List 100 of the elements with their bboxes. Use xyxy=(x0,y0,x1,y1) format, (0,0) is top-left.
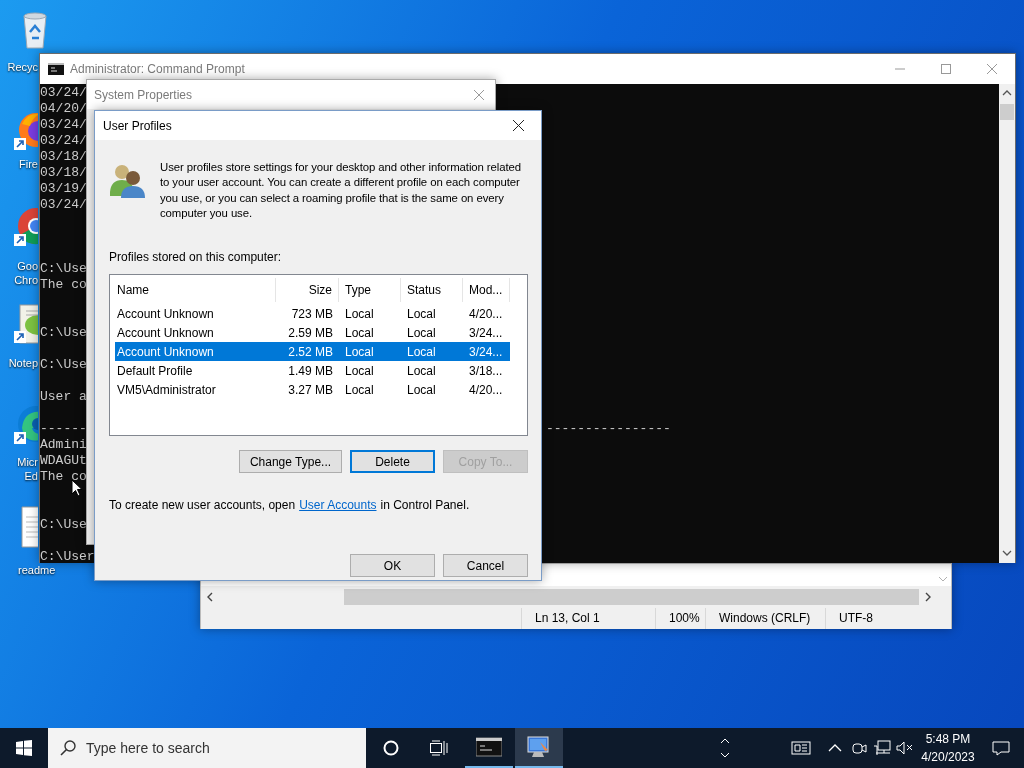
console-text: The co xyxy=(40,469,87,485)
notepad-icon[interactable] xyxy=(14,303,38,347)
console-text: 03/24/ xyxy=(40,197,87,213)
list-label: Profiles stored on this computer: xyxy=(109,249,283,267)
table-cell-text: VM5\Administrator xyxy=(116,381,217,399)
icon-label[interactable]: readme xyxy=(18,563,56,577)
close-icon xyxy=(512,120,524,131)
table-cell-text: Account Unknown xyxy=(116,324,215,342)
table-cell-text: Local xyxy=(406,324,437,342)
table-row[interactable]: Default Profile 1.49 MB Local Local 3/18... xyxy=(115,361,510,381)
news-icon xyxy=(791,740,811,756)
window-title: System Properties xyxy=(94,86,193,104)
table-cell-text: Local xyxy=(406,362,437,380)
close-icon xyxy=(474,89,484,100)
volume-muted-icon xyxy=(895,740,915,756)
table-cell-text: Local xyxy=(406,381,437,399)
clock-date[interactable]: 4/20/2023 xyxy=(918,748,978,766)
terminal-icon xyxy=(476,736,502,758)
dialog-title: User Profiles xyxy=(103,117,172,135)
console-text: 03/18/ xyxy=(40,149,87,165)
footer-text: To create new user accounts, open xyxy=(109,497,296,515)
dialog-button[interactable]: Change Type... xyxy=(239,450,342,474)
table-cell-text: Local xyxy=(344,343,375,361)
dialog-button[interactable]: Delete xyxy=(350,450,435,474)
taskbar-app-button[interactable] xyxy=(515,728,563,768)
table-cell-text: Local xyxy=(406,305,437,323)
footer-text: in Control Panel. xyxy=(380,497,470,515)
console-text: ---------------- xyxy=(546,421,671,437)
horizontal-scrollbar[interactable] xyxy=(201,586,951,608)
table-cell-text: 3.27 MB xyxy=(287,381,334,399)
status-text: UTF-8 xyxy=(825,608,925,629)
users-icon xyxy=(109,162,147,200)
scrollbar-thumb[interactable] xyxy=(1000,104,1014,120)
console-text: 03/24/ xyxy=(40,117,87,133)
window-title: Administrator: Command Prompt xyxy=(70,61,245,78)
console-text: 03/18/ xyxy=(40,165,87,181)
status-text: Ln 13, Col 1 xyxy=(521,608,655,629)
pointer-icon xyxy=(71,479,83,497)
column-header[interactable]: Status xyxy=(401,278,463,303)
description-text: User profiles store settings for your desktop and other information related to your user account. You can create a different profile on each computer you use, or you can select a roaming profile that is the same on every computer you use. xyxy=(160,160,522,221)
chevron-down-icon[interactable] xyxy=(1002,550,1012,556)
search-icon xyxy=(60,740,76,756)
table-cell-text: Default Profile xyxy=(116,362,194,380)
task-view-icon xyxy=(430,740,448,756)
console-text: C:\Use xyxy=(40,357,87,373)
table-cell-text: 4/20... xyxy=(468,381,504,399)
network-icon xyxy=(872,740,892,756)
table-cell-text: Local xyxy=(344,362,375,380)
table-cell-text: Local xyxy=(344,324,375,342)
console-text: C:\Use xyxy=(40,517,87,533)
console-text: 04/20/ xyxy=(40,101,87,117)
chevron-up-icon[interactable] xyxy=(1002,90,1012,96)
user-accounts-link[interactable]: User Accounts xyxy=(299,496,377,515)
table-cell-text: 4/20... xyxy=(468,305,504,323)
clock-time[interactable]: 5:48 PM xyxy=(918,730,978,748)
column-header[interactable]: Mod... xyxy=(463,278,510,303)
table-cell-text: 2.52 MB xyxy=(287,343,334,361)
console-text: User a xyxy=(40,389,87,405)
table-cell-text: 1.49 MB xyxy=(287,362,334,380)
vertical-scrollbar[interactable] xyxy=(999,84,1015,563)
circle-icon xyxy=(383,740,399,756)
column-header[interactable]: Name xyxy=(115,278,276,303)
table-cell-text: Account Unknown xyxy=(116,305,215,323)
column-header[interactable]: Type xyxy=(339,278,401,303)
console-text: C:\Use xyxy=(40,261,87,277)
table-cell-text: 3/24... xyxy=(468,324,504,342)
table-row[interactable]: Account Unknown 723 MB Local Local 4/20... xyxy=(115,304,510,324)
console-text: 03/24/ xyxy=(40,85,87,101)
table-cell-text: Account Unknown xyxy=(116,343,215,361)
status-text: Windows (CRLF) xyxy=(705,608,825,629)
console-text: Admini xyxy=(40,437,87,453)
icon-label[interactable]: Notep xyxy=(0,356,38,370)
table-cell-text: Local xyxy=(406,343,437,361)
maximize-icon xyxy=(941,64,951,74)
chevron-right-icon[interactable] xyxy=(925,592,931,602)
table-cell-text: Local xyxy=(344,381,375,399)
dialog-button[interactable]: Cancel xyxy=(443,554,528,578)
console-text: 03/24/ xyxy=(40,133,87,149)
console-text: WDAGUt xyxy=(40,453,87,469)
computer-icon xyxy=(526,736,552,758)
console-text: The co xyxy=(40,277,87,293)
table-cell-text: 3/18... xyxy=(468,362,504,380)
table-cell-text: 2.59 MB xyxy=(287,324,334,342)
close-icon xyxy=(987,64,997,74)
table-row[interactable]: Account Unknown 2.52 MB Local Local 3/24... xyxy=(115,342,510,362)
table-row[interactable]: Account Unknown 2.59 MB Local Local 3/24... xyxy=(115,323,510,343)
console-text: C:\Use xyxy=(40,325,87,341)
search-field[interactable]: Type here to search xyxy=(48,728,366,768)
terminal-icon xyxy=(48,63,64,75)
notification-icon xyxy=(991,740,1011,756)
chevron-left-icon[interactable] xyxy=(207,592,213,602)
status-text: 100% xyxy=(655,608,705,629)
dialog-button[interactable]: OK xyxy=(350,554,435,578)
table-cell-text: 3/24... xyxy=(468,343,504,361)
column-header[interactable]: Size xyxy=(276,278,339,303)
table-cell-text: Local xyxy=(344,305,375,323)
search-placeholder: Type here to search xyxy=(86,738,210,758)
table-row[interactable]: VM5\Administrator 3.27 MB Local Local 4/20... xyxy=(115,380,510,400)
icon-label[interactable]: Micr Ed xyxy=(0,455,38,483)
scrollbar-thumb[interactable] xyxy=(344,589,919,605)
